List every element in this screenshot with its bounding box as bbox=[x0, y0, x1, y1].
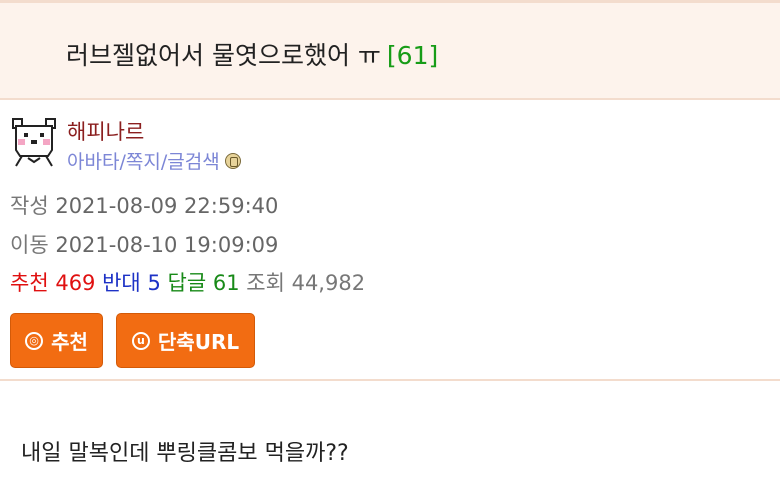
created-timestamp: 작성 2021-08-09 22:59:40 bbox=[10, 190, 278, 220]
recommend-label: 추천 bbox=[10, 271, 49, 295]
short-url-icon: u bbox=[131, 331, 150, 350]
content-divider bbox=[0, 379, 780, 381]
post-title: 러브젤없어서 물엿으로했어 ㅠ [61] bbox=[66, 36, 438, 72]
post-reply-count[interactable]: [61] bbox=[387, 41, 438, 70]
short-url-button-label: 단축URL bbox=[157, 330, 240, 354]
avatar-link[interactable]: 아바타 bbox=[67, 151, 119, 173]
views-label: 조회 bbox=[246, 271, 285, 295]
post-body: 내일 말복인데 뿌링클콤보 먹을까?? bbox=[21, 441, 349, 466]
post-page: 러브젤없어서 물엿으로했어 ㅠ [61] 해피나르 아바타/쪽지/글검색 작성 2… bbox=[0, 0, 780, 490]
moved-timestamp: 이동 2021-08-10 19:09:09 bbox=[10, 229, 278, 259]
recommend-button-label: 추천 bbox=[51, 330, 88, 354]
search-posts-link[interactable]: 글검색 bbox=[167, 151, 219, 173]
created-value: 2021-08-09 22:59:40 bbox=[55, 194, 279, 218]
badge-icon bbox=[224, 152, 241, 169]
bear-face-icon[interactable] bbox=[10, 116, 58, 168]
oppose-label: 반대 bbox=[102, 271, 141, 295]
post-stats: 추천 469 반대 5 답글 61 조회 44,982 bbox=[10, 267, 365, 297]
oppose-count: 5 bbox=[147, 271, 161, 295]
author-name[interactable]: 해피나르 bbox=[67, 116, 144, 146]
recommend-count: 469 bbox=[55, 271, 96, 295]
reply-label: 답글 bbox=[167, 271, 207, 295]
short-url-button[interactable]: u 단축URL bbox=[116, 313, 255, 368]
recommend-icon: ◎ bbox=[25, 331, 44, 350]
message-link[interactable]: 쪽지 bbox=[126, 151, 161, 173]
recommend-button[interactable]: ◎ 추천 bbox=[10, 313, 103, 368]
reply-count: 61 bbox=[212, 271, 240, 295]
post-title-text: 러브젤없어서 물엿으로했어 ㅠ bbox=[66, 41, 381, 70]
author-links: 아바타/쪽지/글검색 bbox=[67, 147, 241, 174]
post-title-bar: 러브젤없어서 물엿으로했어 ㅠ [61] bbox=[0, 0, 780, 100]
views-count: 44,982 bbox=[291, 271, 366, 295]
moved-value: 2021-08-10 19:09:09 bbox=[55, 233, 279, 257]
moved-label: 이동 bbox=[10, 233, 49, 257]
created-label: 작성 bbox=[10, 194, 49, 218]
